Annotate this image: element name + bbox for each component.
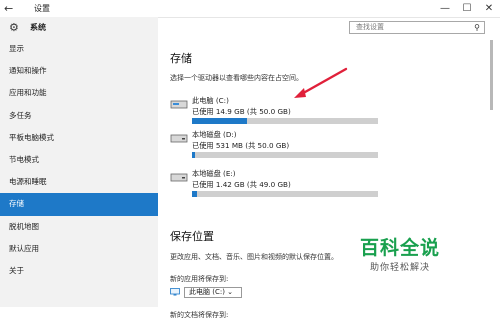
watermark-logo: 百科全说 助你轻松解决 [356,233,476,281]
scrollbar[interactable] [489,38,495,307]
sidebar-item-default-apps[interactable]: 默认应用 [0,238,158,260]
save-locations-description: 更改应用、文档、音乐、图片和视频的默认保存位置。 [170,253,338,261]
storage-description: 选择一个驱动器以查看哪些内容在占空间。 [170,74,303,82]
minimize-button[interactable]: — [434,0,456,17]
back-arrow-icon[interactable]: ← [4,0,18,17]
sidebar: ⚙ 系统 显示 通知和操作 应用和功能 多任务 平板电脑模式 节电模式 电源和睡… [0,17,158,307]
save-locations-heading: 保存位置 [170,230,214,243]
watermark-subtitle: 助你轻松解决 [370,263,431,273]
window-title: 设置 [34,4,50,13]
watermark-title: 百科全说 [360,237,441,259]
computer-drive-icon [170,100,188,109]
usage-bar-fill [192,152,195,158]
hard-drive-icon [170,173,188,182]
sidebar-item-offline-maps[interactable]: 脱机地图 [0,216,158,238]
sidebar-item-tablet-mode[interactable]: 平板电脑模式 [0,127,158,149]
usage-bar [192,118,378,124]
docs-save-label: 新的文档将保存到: [170,311,229,319]
apps-save-select[interactable]: 此电脑 (C:) ⌄ [184,287,242,298]
sidebar-header: ⚙ 系统 [0,17,158,38]
drive-d[interactable]: 本地磁盘 (D:) 已使用 531 MB (共 50.0 GB) [168,130,468,170]
apps-save-label: 新的应用将保存到: [170,275,229,283]
scrollbar-thumb[interactable] [490,40,493,110]
sidebar-item-apps[interactable]: 应用和功能 [0,82,158,104]
sidebar-item-multitasking[interactable]: 多任务 [0,105,158,127]
hard-drive-icon [170,134,188,143]
maximize-button[interactable]: ☐ [456,0,478,17]
drive-name: 此电脑 (C:) [192,96,229,105]
sidebar-item-battery-saver[interactable]: 节电模式 [0,149,158,171]
apps-save-value: 此电脑 (C:) [189,288,225,296]
sidebar-item-notifications[interactable]: 通知和操作 [0,60,158,82]
drive-e[interactable]: 本地磁盘 (E:) 已使用 1.42 GB (共 49.0 GB) [168,169,468,209]
gear-icon: ⚙ [9,21,19,34]
usage-bar [192,152,378,158]
usage-bar-fill [192,191,198,197]
close-button[interactable]: ✕ [478,0,500,17]
drive-usage: 已使用 14.9 GB (共 50.0 GB) [192,107,291,116]
sidebar-nav: 显示 通知和操作 应用和功能 多任务 平板电脑模式 节电模式 电源和睡眠 存储 … [0,38,158,282]
sidebar-section-title: 系统 [30,23,46,32]
drive-usage: 已使用 1.42 GB (共 49.0 GB) [192,180,291,189]
sidebar-item-about[interactable]: 关于 [0,260,158,282]
sidebar-item-storage[interactable]: 存储 [0,193,158,216]
sidebar-item-power-sleep[interactable]: 电源和睡眠 [0,171,158,193]
sidebar-item-display[interactable]: 显示 [0,38,158,60]
usage-bar-fill [192,118,248,124]
drive-usage: 已使用 531 MB (共 50.0 GB) [192,141,290,150]
monitor-icon [170,288,180,296]
page-title: 存储 [170,52,192,65]
drive-name: 本地磁盘 (D:) [192,130,237,139]
title-bar: ← 设置 — ☐ ✕ [0,0,500,18]
drive-name: 本地磁盘 (E:) [192,169,236,178]
window-controls: — ☐ ✕ [434,0,500,17]
usage-bar [192,191,378,197]
